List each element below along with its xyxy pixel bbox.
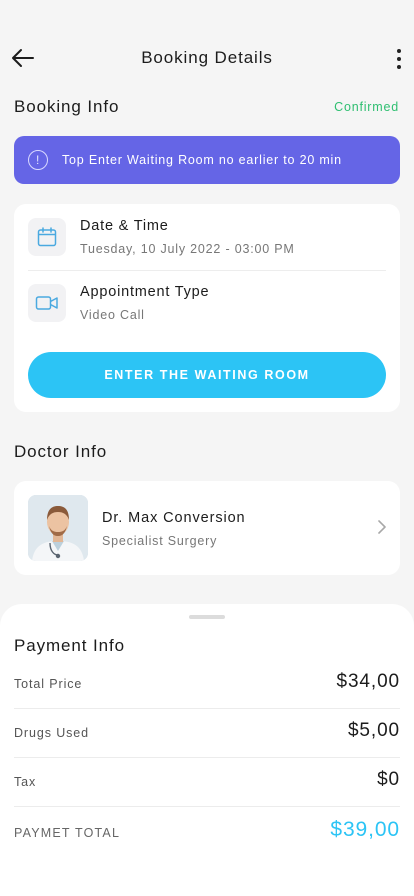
payment-row-drugs-used: Drugs Used $5,00 xyxy=(14,710,400,758)
appointment-type-label: Appointment Type xyxy=(80,284,210,300)
payment-total-row: PAYMET TOTAL $39,00 xyxy=(14,810,400,858)
doctor-avatar xyxy=(28,495,88,561)
payment-row-label: Drugs Used xyxy=(14,726,89,740)
page-title: Booking Details xyxy=(141,48,273,67)
doctor-card[interactable]: Dr. Max Conversion Specialist Surgery xyxy=(14,481,400,575)
payment-row-value: $0 xyxy=(377,769,400,790)
date-time-row: Date & Time Tuesday, 10 July 2022 - 03:0… xyxy=(28,214,386,274)
more-options-button[interactable] xyxy=(392,46,406,72)
doctor-specialty: Specialist Surgery xyxy=(102,534,218,548)
booking-info-title: Booking Info xyxy=(14,97,120,116)
divider xyxy=(28,270,386,271)
payment-total-value: $39,00 xyxy=(330,818,400,841)
date-time-label: Date & Time xyxy=(80,218,169,234)
status-badge: Confirmed xyxy=(334,100,399,114)
top-app-bar: Booking Details xyxy=(0,36,414,80)
waiting-room-notice-banner: ! Top Enter Waiting Room no earlier to 2… xyxy=(14,136,400,184)
payment-row-value: $34,00 xyxy=(336,671,400,692)
payment-info-sheet: Payment Info Total Price $34,00 Drugs Us… xyxy=(0,604,414,896)
video-camera-icon xyxy=(28,284,66,322)
payment-row-total-price: Total Price $34,00 xyxy=(14,661,400,709)
payment-total-label: PAYMET TOTAL xyxy=(14,826,121,840)
payment-row-label: Tax xyxy=(14,775,37,789)
divider xyxy=(14,757,400,758)
payment-row-value: $5,00 xyxy=(347,720,400,741)
divider xyxy=(14,708,400,709)
banner-text: Top Enter Waiting Room no earlier to 20 … xyxy=(62,153,342,167)
chevron-right-icon[interactable] xyxy=(374,517,390,537)
enter-waiting-room-button[interactable]: ENTER THE WAITING ROOM xyxy=(28,352,386,398)
doctor-info-title: Doctor Info xyxy=(14,442,108,461)
more-dots-icon xyxy=(397,49,401,53)
doctor-name: Dr. Max Conversion xyxy=(102,510,246,526)
appointment-type-value: Video Call xyxy=(80,308,145,322)
payment-info-title: Payment Info xyxy=(14,636,125,655)
more-dot xyxy=(397,65,401,69)
more-dot xyxy=(397,57,401,61)
appointment-type-row: Appointment Type Video Call xyxy=(28,280,386,340)
booking-details-card: Date & Time Tuesday, 10 July 2022 - 03:0… xyxy=(14,204,400,412)
date-time-value: Tuesday, 10 July 2022 - 03:00 PM xyxy=(80,242,295,256)
info-circle-icon: ! xyxy=(28,150,48,170)
calendar-icon xyxy=(28,218,66,256)
payment-row-label: Total Price xyxy=(14,677,83,691)
sheet-drag-handle[interactable] xyxy=(189,615,225,619)
payment-row-tax: Tax $0 xyxy=(14,759,400,807)
divider xyxy=(14,806,400,807)
